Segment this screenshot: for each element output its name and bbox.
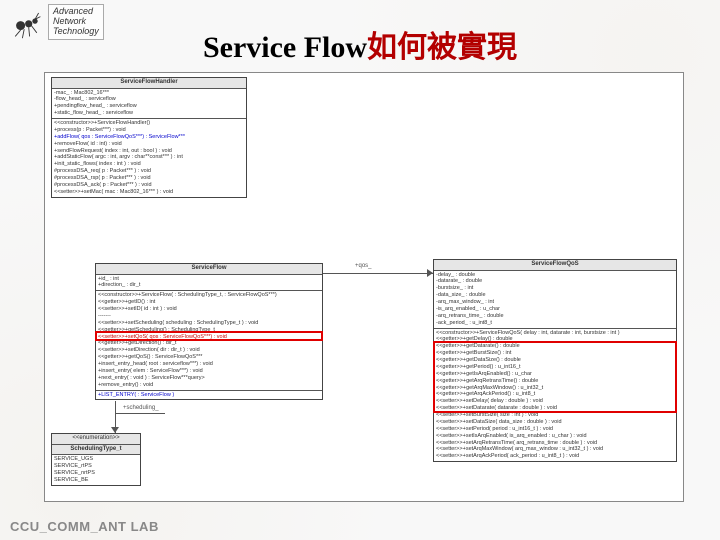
op-row: <<constructor>>+ServiceFlowQoS( delay : … [436, 330, 674, 337]
op-row: <<setter>>+setIsArqEnabled( is_arq_enabl… [436, 433, 674, 440]
class-list-entry: +LIST_ENTRY( : ServiceFlow ) [96, 390, 322, 400]
assoc-line [323, 273, 433, 274]
class-attrs: -delay_ : double -datarate_ : double -bu… [434, 270, 676, 328]
op-row: +addStaticFlow( argc : int, argv : char*… [54, 154, 244, 161]
op-row: <<getter>>+getIsArqEnabled() : u_char [436, 371, 674, 378]
attr-row: +pendingflow_head_ : serviceflow [54, 103, 244, 110]
op-row: +next_entry( : void ) : ServiceFlow***qu… [98, 375, 320, 382]
op-row: <<getter>>+getBurstSize() : int [436, 350, 674, 357]
op-row: <<setter>>+setDatarate( datarate : doubl… [436, 405, 674, 412]
literal-row: SERVICE_BE [54, 477, 138, 484]
class-header: ServiceFlowHandler [52, 78, 246, 88]
op-row: <<setter>>+setScheduling( scheduling : S… [98, 320, 320, 327]
attr-row: -burstsize_ : int [436, 285, 674, 292]
slide-title: Service Flow如何被實現 [0, 22, 720, 66]
op-row: <<setter>>+setDataSize( data_size : doub… [436, 419, 674, 426]
attr-row: -arq_max_window_ : int [436, 299, 674, 306]
op-row: <<getter>>+getID() : int [98, 299, 320, 306]
op-row: <<constructor>>+ServiceFlow( : Schedulin… [98, 292, 320, 299]
literal-row: SERVICE_rtPS [54, 463, 138, 470]
attr-row: -flow_head_ : serviceflow [54, 96, 244, 103]
uml-diagram: ServiceFlowHandler -mac_ : Mac802_16*** … [44, 72, 684, 502]
op-row: <<setter>>+setID( id : int ) : void [98, 306, 320, 313]
op-row: <<getter>>+getPeriod() : u_int16_t [436, 364, 674, 371]
op-row: +insert_entry_head( root : serviceflow**… [98, 361, 320, 368]
op-row: <<setter>>+setDelay( delay : double ) : … [436, 398, 674, 405]
class-attrs: +id_ : int +direction_ : dir_t [96, 274, 322, 291]
op-row: <<getter>>+getQoS() : ServiceFlowQoS*** [98, 354, 320, 361]
op-row: <<getter>>+getDatarate() : double [436, 343, 674, 350]
attr-row: -arq_retrans_time_ : double [436, 313, 674, 320]
attr-row: -datarate_ : double [436, 278, 674, 285]
class-ops: <<constructor>>+ServiceFlowQoS( delay : … [434, 328, 676, 462]
arrowhead-icon [111, 427, 119, 433]
attr-row: -is_arq_enabled_ : u_char [436, 306, 674, 313]
op-row: #processDSA_rsp( p : Packet*** ) : void [54, 175, 244, 182]
class-header: ServiceFlow [96, 264, 322, 274]
title-cjk: 如何被實現 [367, 31, 517, 64]
attr-row: -delay_ : double [436, 272, 674, 279]
enum-literals: SERVICE_UGS SERVICE_rtPS SERVICE_nrtPS S… [52, 454, 140, 485]
op-row: <<getter>>+getArqMaxWindow() : u_int32_t [436, 385, 674, 392]
class-ops: <<constructor>>+ServiceFlowHandler() +pr… [52, 118, 246, 197]
op-row: <<setter>>+setPeriod( period : u_int16_t… [436, 426, 674, 433]
assoc-label-scheduling: +scheduling_ [123, 405, 159, 411]
literal-row: SERVICE_UGS [54, 456, 138, 463]
op-row: +init_static_flows( index : int ) : void [54, 161, 244, 168]
attr-row: -ack_period_ : u_int8_t [436, 320, 674, 327]
arrowhead-icon [427, 269, 433, 277]
op-row: <<getter>>+getDirection() : dir_t [98, 340, 320, 347]
op-row: <<getter>>+getScheduling() : SchedulingT… [98, 327, 320, 334]
footer-lab-label: CCU_COMM_ANT LAB [10, 519, 159, 534]
op-row: <<setter>>+setArqMaxWindow( arq_max_wind… [436, 446, 674, 453]
op-row: +addFlow( qos : ServiceFlowQoS***) : Ser… [54, 134, 244, 141]
class-header: ServiceFlowQoS [434, 260, 676, 270]
assoc-label-qos: +qos_ [355, 263, 372, 269]
class-serviceflow: ServiceFlow +id_ : int +direction_ : dir… [95, 263, 323, 400]
op-row: <<setter>>+setBurstSize( size : int ) : … [436, 412, 674, 419]
op-row: <<getter>>+getDataSize() : double [436, 357, 674, 364]
attr-row: +direction_ : dir_t [98, 282, 320, 289]
op-row: +LIST_ENTRY( : ServiceFlow ) [98, 392, 320, 399]
op-row: <<setter>>+setQoS( qos : ServiceFlowQoS*… [98, 334, 320, 341]
op-row: +removeFlow( id : int) : void [54, 141, 244, 148]
op-row: +sendFlowRequest( index : int, out : boo… [54, 148, 244, 155]
literal-row: SERVICE_nrtPS [54, 470, 138, 477]
class-serviceflowqos: ServiceFlowQoS -delay_ : double -datarat… [433, 259, 677, 462]
enum-stereotype: <<enumeration>> [52, 434, 140, 444]
op-row: #processDSA_ack( p : Packet*** ) : void [54, 182, 244, 189]
op-row: <<setter>>+setMac( mac : Mac802_16*** ) … [54, 189, 244, 196]
class-serviceflowhandler: ServiceFlowHandler -mac_ : Mac802_16*** … [51, 77, 247, 198]
title-english: Service Flow [203, 31, 367, 64]
op-row: <<setter>>+setDirection( dir : dir_t ) :… [98, 347, 320, 354]
op-row: <<getter>>+getDelay() : double [436, 336, 674, 343]
op-row: <<constructor>>+ServiceFlowHandler() [54, 120, 244, 127]
class-attrs: -mac_ : Mac802_16*** -flow_head_ : servi… [52, 88, 246, 119]
class-ops: <<constructor>>+ServiceFlow( : Schedulin… [96, 290, 322, 389]
assoc-line [115, 413, 165, 414]
op-row: <<setter>>+setArqAckPeriod( ack_period :… [436, 453, 674, 460]
attr-row: +static_flow_head_ : serviceflow [54, 110, 244, 117]
attr-row: +id_ : int [98, 276, 320, 283]
op-row: ------- [98, 313, 320, 320]
op-row: <<getter>>+getArqAckPeriod() : u_int8_t [436, 391, 674, 398]
enum-name: SchedulingType_t [52, 444, 140, 455]
op-row: <<setter>>+setArqRetransTime( arq_retran… [436, 440, 674, 447]
op-row: +process(p : Packet***) : void [54, 127, 244, 134]
op-row: +insert_entry( elem : ServiceFlow***) : … [98, 368, 320, 375]
op-row: <<getter>>+getArqRetransTime() : double [436, 378, 674, 385]
op-row: +remove_entry() : void [98, 382, 320, 389]
attr-row: -data_size_ : double [436, 292, 674, 299]
enum-schedulingtype: <<enumeration>> SchedulingType_t SERVICE… [51, 433, 141, 486]
attr-row: -mac_ : Mac802_16*** [54, 90, 244, 97]
op-row: #processDSA_req( p : Packet*** ) : void [54, 168, 244, 175]
